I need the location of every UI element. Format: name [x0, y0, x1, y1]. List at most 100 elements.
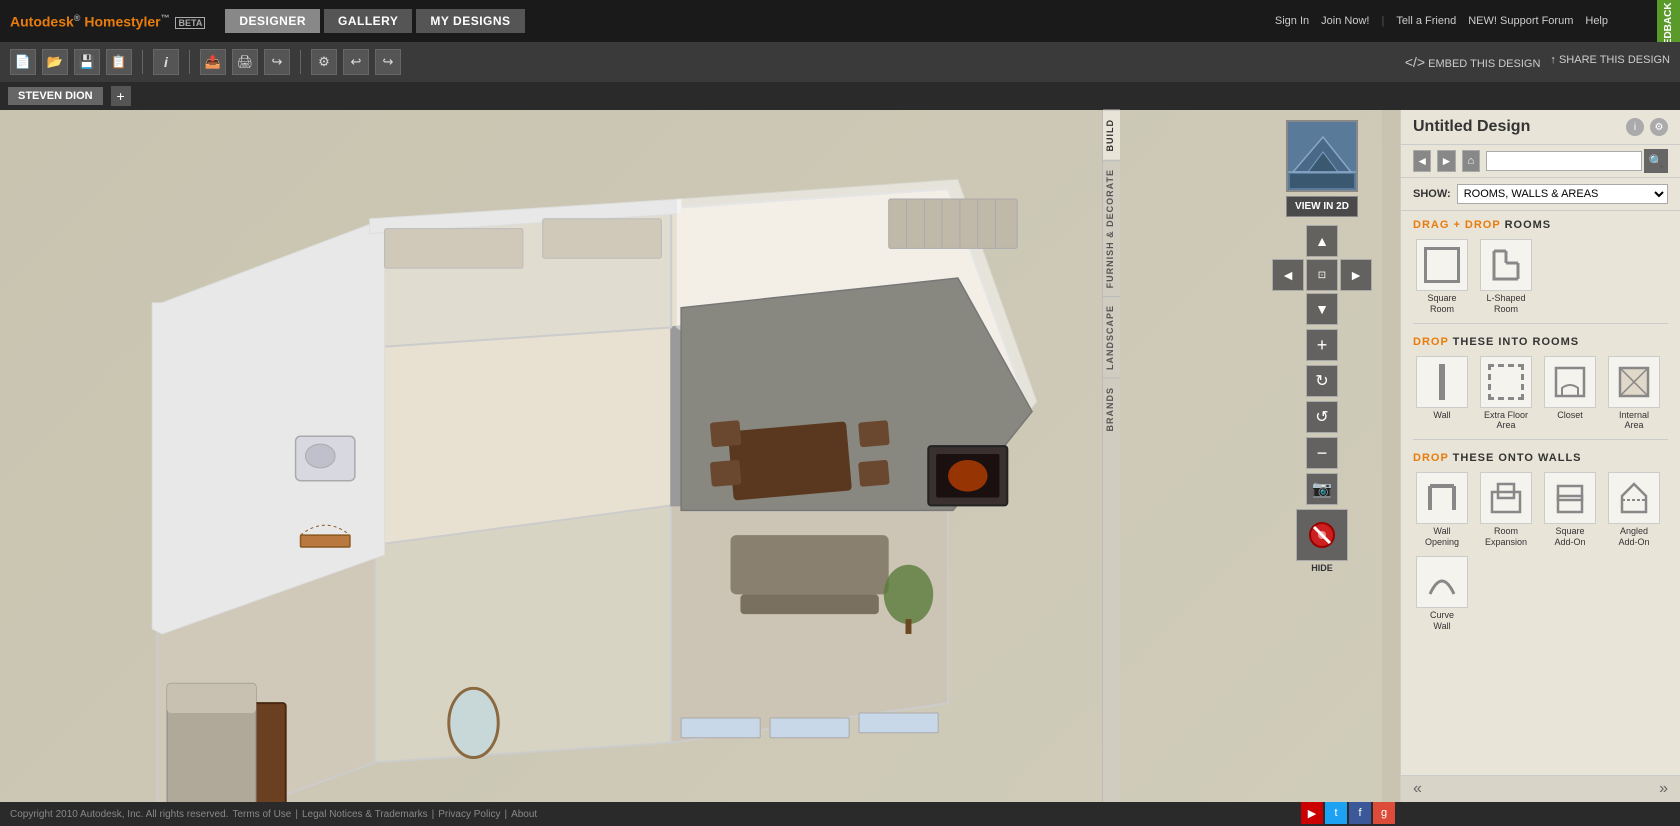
collapse-down-button[interactable]: »: [1659, 780, 1668, 798]
info-panel-icon[interactable]: i: [1626, 118, 1644, 136]
user-tab-label[interactable]: STEVEN DION: [8, 87, 103, 105]
internal-area-item[interactable]: InternalArea: [1605, 356, 1663, 432]
export-icon[interactable]: 📤: [200, 49, 226, 75]
wall-item[interactable]: Wall: [1413, 356, 1471, 432]
extra-floor-item[interactable]: Extra FloorArea: [1477, 356, 1535, 432]
open-file-icon[interactable]: 📂: [42, 49, 68, 75]
privacy-link[interactable]: Privacy Policy: [438, 809, 500, 820]
tab-brands[interactable]: BRANDS: [1103, 378, 1120, 440]
l-shaped-room-icon: [1480, 239, 1532, 291]
toolbar-divider-3: [300, 50, 301, 74]
rotate-ccw-button[interactable]: ↺: [1306, 401, 1338, 433]
room-expansion-item[interactable]: RoomExpansion: [1477, 472, 1535, 548]
rotate-cw-button[interactable]: ↻: [1306, 365, 1338, 397]
wall-icon: [1416, 356, 1468, 408]
curve-wall-label: CurveWall: [1430, 610, 1454, 632]
wall-label: Wall: [1433, 410, 1450, 421]
room-expansion-label: RoomExpansion: [1485, 526, 1527, 548]
logo-tm: ®: [74, 13, 81, 23]
zoom-in-button[interactable]: +: [1306, 329, 1338, 361]
minimap[interactable]: [1286, 120, 1358, 192]
square-addon-svg: [1550, 478, 1590, 518]
closet-icon: [1544, 356, 1596, 408]
panel-search-input[interactable]: [1486, 151, 1642, 171]
angled-addon-label: AngledAdd-On: [1618, 526, 1649, 548]
support-forum-link[interactable]: NEW! Support Forum: [1468, 15, 1573, 27]
pan-left-button[interactable]: ◄: [1272, 259, 1304, 291]
redo-icon[interactable]: ↪: [375, 49, 401, 75]
panel-back-button[interactable]: ◄: [1413, 150, 1431, 172]
closet-item[interactable]: Closet: [1541, 356, 1599, 432]
internal-area-label: InternalArea: [1619, 410, 1649, 432]
facebook-icon[interactable]: f: [1349, 802, 1371, 824]
main-toolbar: 📄 📂 💾 📋 i 📤 🖨 ↪ ⚙ ↩ ↪ </> EMBED THIS DES…: [0, 42, 1680, 82]
settings-icon[interactable]: ⚙: [311, 49, 337, 75]
settings-panel-icon[interactable]: ⚙: [1650, 118, 1668, 136]
wall-opening-item[interactable]: WallOpening: [1413, 472, 1471, 548]
l-shape-svg: [1486, 245, 1526, 285]
sign-in-link[interactable]: Sign In: [1275, 15, 1309, 27]
curve-wall-item[interactable]: CurveWall: [1413, 556, 1471, 632]
nav-my-designs-button[interactable]: MY DESIGNS: [416, 9, 524, 33]
floor-plan-visual: [0, 110, 1382, 802]
undo-icon[interactable]: ↩: [343, 49, 369, 75]
hide-label: HIDE: [1296, 563, 1348, 573]
closet-label: Closet: [1557, 410, 1583, 421]
square-room-item[interactable]: SquareRoom: [1413, 239, 1471, 315]
embed-share-toolbar: </> EMBED THIS DESIGN ↑ SHARE THIS DESIG…: [1405, 54, 1670, 70]
square-room-label: SquareRoom: [1427, 293, 1456, 315]
internal-area-icon: [1608, 356, 1660, 408]
join-now-link[interactable]: Join Now!: [1321, 15, 1369, 27]
panel-collapse-row: « »: [1401, 775, 1680, 802]
curve-items-grid: CurveWall: [1401, 552, 1680, 636]
toolbar-divider-1: [142, 50, 143, 74]
panel-home-button[interactable]: ⌂: [1462, 150, 1480, 172]
about-link[interactable]: About: [511, 809, 537, 820]
rooms-grid: SquareRoom L-ShapedRoom: [1401, 235, 1680, 319]
tab-furnish[interactable]: FURNISH & DECORATE: [1103, 160, 1120, 296]
pan-right-button[interactable]: ►: [1340, 259, 1372, 291]
angled-addon-item[interactable]: AngledAdd-On: [1605, 472, 1663, 548]
print-icon[interactable]: 🖨: [232, 49, 258, 75]
l-shaped-room-item[interactable]: L-ShapedRoom: [1477, 239, 1535, 315]
legal-link[interactable]: Legal Notices & Trademarks: [302, 809, 428, 820]
google-icon[interactable]: g: [1373, 802, 1395, 824]
tab-landscape[interactable]: LANDSCAPE: [1103, 296, 1120, 378]
zoom-out-button[interactable]: −: [1306, 437, 1338, 469]
camera-button[interactable]: 📷: [1306, 473, 1338, 505]
help-link[interactable]: Help: [1585, 15, 1608, 27]
wall-shape: [1439, 364, 1445, 400]
panel-search-button[interactable]: 🔍: [1644, 149, 1668, 173]
pan-up-button[interactable]: ▲: [1306, 225, 1338, 257]
hide-toggle-button[interactable]: [1296, 509, 1348, 561]
tab-build[interactable]: BUILD: [1103, 110, 1120, 160]
show-select[interactable]: ROOMS, WALLS & AREAS: [1457, 184, 1668, 204]
nav-right-links: Sign In Join Now! | Tell a Friend NEW! S…: [1275, 0, 1670, 42]
share-design-button[interactable]: ↑ SHARE THIS DESIGN: [1550, 54, 1670, 70]
embed-design-button[interactable]: </> EMBED THIS DESIGN: [1405, 54, 1541, 70]
extra-floor-icon: [1480, 356, 1532, 408]
youtube-icon[interactable]: ▶: [1301, 802, 1323, 824]
twitter-icon[interactable]: t: [1325, 802, 1347, 824]
square-addon-item[interactable]: SquareAdd-On: [1541, 472, 1599, 548]
share-icon[interactable]: ↪: [264, 49, 290, 75]
info-icon[interactable]: i: [153, 49, 179, 75]
pan-down-button[interactable]: ▼: [1306, 293, 1338, 325]
add-tab-button[interactable]: +: [111, 86, 131, 106]
terms-link[interactable]: Terms of Use: [232, 809, 291, 820]
nav-gallery-button[interactable]: GALLERY: [324, 9, 412, 33]
panel-nav-row: ◄ ► ⌂ 🔍: [1401, 145, 1680, 178]
save-icon[interactable]: 💾: [74, 49, 100, 75]
build-panel-content: DRAG + DROP ROOMS SquareRoom: [1401, 211, 1680, 775]
design-canvas[interactable]: VIEW IN 2D ▲ ◄ ⊡ ► ▼ + ↻ ↺ − 📷: [0, 110, 1382, 802]
collapse-up-button[interactable]: «: [1413, 780, 1422, 798]
fit-view-button[interactable]: ⊡: [1306, 259, 1338, 291]
tell-friend-link[interactable]: Tell a Friend: [1396, 15, 1456, 27]
new-file-icon[interactable]: 📄: [10, 49, 36, 75]
panel-forward-button[interactable]: ►: [1437, 150, 1455, 172]
copy-icon[interactable]: 📋: [106, 49, 132, 75]
square-room-icon: [1416, 239, 1468, 291]
curve-wall-icon: [1416, 556, 1468, 608]
view-2d-button[interactable]: VIEW IN 2D: [1286, 196, 1358, 217]
nav-designer-button[interactable]: DESIGNER: [225, 9, 320, 33]
